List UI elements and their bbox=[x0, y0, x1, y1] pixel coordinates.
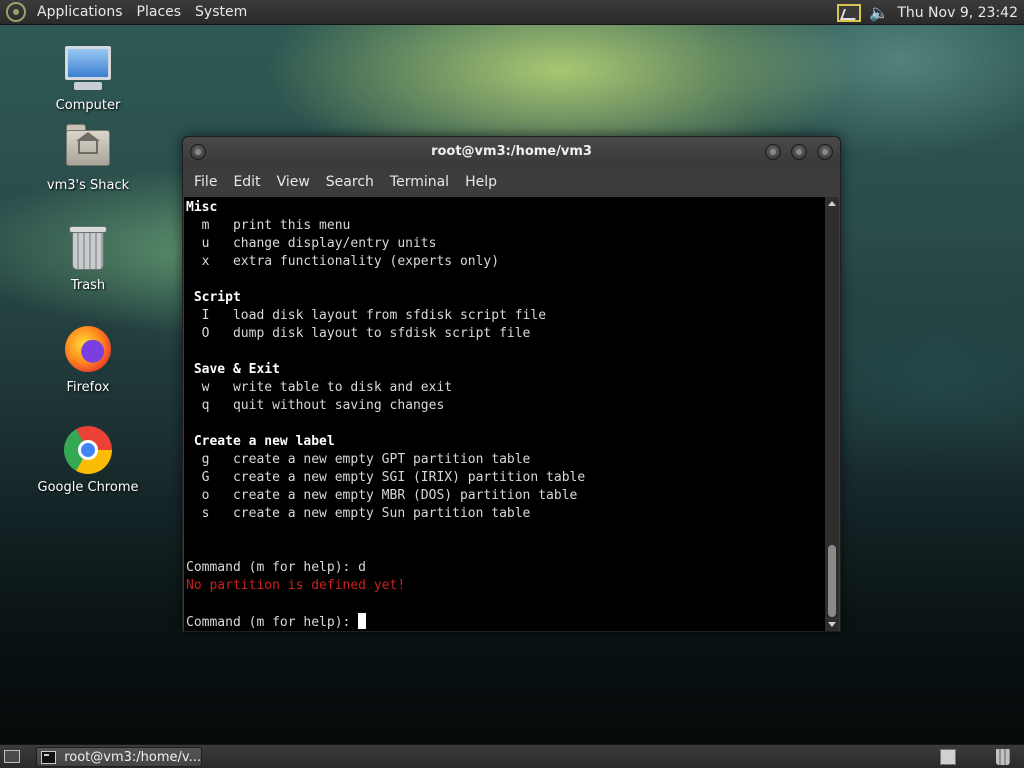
cmd-key: m bbox=[201, 218, 210, 233]
cmd-desc: quit without saving changes bbox=[232, 398, 445, 413]
trash-icon bbox=[72, 232, 104, 270]
workspace-switcher[interactable] bbox=[940, 749, 956, 765]
scroll-up-icon[interactable] bbox=[828, 201, 836, 206]
section-heading: Misc bbox=[186, 200, 218, 215]
menu-view[interactable]: View bbox=[269, 174, 318, 190]
menu-edit[interactable]: Edit bbox=[225, 174, 268, 190]
cmd-key: g bbox=[201, 452, 210, 467]
command-prompt: Command (m for help): bbox=[186, 615, 359, 629]
desktop-icon-firefox[interactable]: Firefox bbox=[28, 326, 148, 395]
cmd-desc: print this menu bbox=[232, 218, 351, 233]
cmd-desc: extra functionality (experts only) bbox=[232, 254, 500, 269]
command-prompt-line: Command (m for help): d bbox=[186, 560, 367, 575]
error-message: No partition is defined yet! bbox=[186, 578, 406, 593]
desktop-icon-label: vm3's Shack bbox=[46, 178, 130, 193]
cmd-key: q bbox=[201, 398, 210, 413]
menu-help[interactable]: Help bbox=[457, 174, 505, 190]
window-menubar: File Edit View Search Terminal Help bbox=[183, 167, 840, 197]
cmd-desc: create a new empty GPT partition table bbox=[232, 452, 531, 467]
trash-applet-icon[interactable] bbox=[996, 749, 1010, 765]
top-panel: Applications Places System 🔈 Thu Nov 9, … bbox=[0, 0, 1024, 25]
cmd-key: w bbox=[201, 380, 210, 395]
cmd-desc: write table to disk and exit bbox=[232, 380, 453, 395]
scroll-down-icon[interactable] bbox=[828, 622, 836, 627]
show-desktop-icon[interactable] bbox=[4, 750, 20, 763]
cmd-key: O bbox=[201, 326, 210, 341]
bottom-panel: root@vm3:/home/v... bbox=[0, 744, 1024, 768]
minimize-button[interactable] bbox=[765, 144, 781, 160]
desktop-icon-trash[interactable]: Trash bbox=[28, 224, 148, 293]
cmd-key: G bbox=[201, 470, 210, 485]
cmd-desc: create a new empty MBR (DOS) partition t… bbox=[232, 488, 578, 503]
distro-logo-icon[interactable] bbox=[6, 2, 26, 22]
taskbar-label: root@vm3:/home/v... bbox=[64, 749, 201, 765]
computer-icon bbox=[65, 46, 111, 80]
desktop-icon-label: Trash bbox=[70, 278, 106, 293]
terminal-icon bbox=[41, 750, 57, 764]
menu-places[interactable]: Places bbox=[130, 0, 189, 25]
cmd-key: s bbox=[201, 506, 210, 521]
menu-search[interactable]: Search bbox=[318, 174, 382, 190]
scrollbar-thumb[interactable] bbox=[828, 545, 836, 617]
firefox-icon bbox=[65, 326, 111, 372]
terminal-window: root@vm3:/home/vm3 File Edit View Search… bbox=[182, 136, 841, 632]
system-tray: 🔈 Thu Nov 9, 23:42 bbox=[837, 0, 1024, 25]
cmd-key: o bbox=[201, 488, 210, 503]
cmd-key: x bbox=[201, 254, 210, 269]
window-titlebar[interactable]: root@vm3:/home/vm3 bbox=[183, 137, 840, 167]
window-menu-icon[interactable] bbox=[190, 144, 206, 160]
close-button[interactable] bbox=[817, 144, 833, 160]
window-title: root@vm3:/home/vm3 bbox=[431, 144, 592, 159]
terminal-scrollbar[interactable] bbox=[825, 197, 839, 631]
desktop-icon-chrome[interactable]: Google Chrome bbox=[28, 426, 148, 495]
clock[interactable]: Thu Nov 9, 23:42 bbox=[897, 5, 1024, 21]
section-heading: Script bbox=[193, 290, 241, 305]
section-heading: Create a new label bbox=[193, 434, 335, 449]
section-heading: Save & Exit bbox=[193, 362, 280, 377]
menu-system[interactable]: System bbox=[188, 0, 254, 25]
cmd-desc: load disk layout from sfdisk script file bbox=[232, 308, 547, 323]
desktop-icon-label: Google Chrome bbox=[37, 480, 139, 495]
desktop-icon-label: Computer bbox=[55, 98, 121, 113]
desktop-icon-label: Firefox bbox=[66, 380, 110, 395]
network-icon[interactable] bbox=[837, 3, 862, 22]
volume-icon[interactable]: 🔈 bbox=[869, 3, 889, 22]
terminal-area[interactable]: Misc m print this menu u change display/… bbox=[184, 197, 839, 631]
desktop-icon-computer[interactable]: Computer bbox=[28, 44, 148, 113]
menu-applications[interactable]: Applications bbox=[30, 0, 130, 25]
cmd-desc: change display/entry units bbox=[232, 236, 437, 251]
cmd-desc: dump disk layout to sfdisk script file bbox=[232, 326, 531, 341]
terminal-cursor bbox=[358, 613, 367, 629]
taskbar-button-terminal[interactable]: root@vm3:/home/v... bbox=[36, 747, 202, 767]
maximize-button[interactable] bbox=[791, 144, 807, 160]
cmd-desc: create a new empty SGI (IRIX) partition … bbox=[232, 470, 586, 485]
terminal-output[interactable]: Misc m print this menu u change display/… bbox=[186, 199, 826, 629]
cmd-key: I bbox=[201, 308, 210, 323]
menu-file[interactable]: File bbox=[186, 174, 225, 190]
menu-terminal[interactable]: Terminal bbox=[382, 174, 457, 190]
cmd-desc: create a new empty Sun partition table bbox=[232, 506, 531, 521]
desktop-icon-home[interactable]: vm3's Shack bbox=[28, 124, 148, 193]
cmd-key: u bbox=[201, 236, 210, 251]
